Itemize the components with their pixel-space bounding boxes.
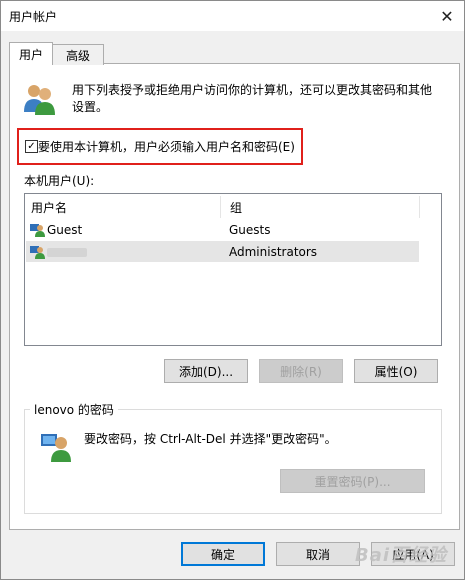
close-icon: ✕ <box>440 6 454 26</box>
close-button[interactable]: ✕ <box>430 1 464 31</box>
users-icon <box>22 82 56 116</box>
tab-users[interactable]: 用户 <box>9 42 53 65</box>
column-header-username[interactable]: 用户名 <box>26 196 221 218</box>
title-bar[interactable] <box>1 1 464 31</box>
intro-text: 用下列表授予或拒绝用户访问你的计算机，还可以更改其密码和其他设置。 <box>72 83 433 114</box>
require-login-checkbox[interactable]: ✓ <box>25 140 38 153</box>
user-row-admin[interactable]: Administrators <box>26 241 419 262</box>
password-group-title: lenovo 的密码 <box>30 401 118 418</box>
password-groupbox <box>24 409 442 514</box>
reset-password-button[interactable]: 重置密码(P)... <box>280 469 425 493</box>
remove-button[interactable]: 删除(R) <box>259 359 343 383</box>
user-name: Guest <box>47 223 83 237</box>
user-icon <box>30 222 45 237</box>
local-users-label: 本机用户(U): <box>24 174 95 188</box>
user-group: Guests <box>229 223 271 237</box>
user-name-redacted <box>47 245 87 259</box>
watermark: Bai百经验 <box>354 545 448 566</box>
user-group: Administrators <box>229 245 318 259</box>
column-header-group[interactable]: 组 <box>222 196 420 218</box>
password-instructions: 要改密码，按 Ctrl-Alt-Del 并选择"更改密码"。 <box>84 432 337 446</box>
ok-button[interactable]: 确定 <box>181 542 265 566</box>
check-icon: ✓ <box>27 140 36 152</box>
user-icon <box>30 244 45 259</box>
properties-button[interactable]: 属性(O) <box>354 359 438 383</box>
password-icon <box>40 430 72 462</box>
require-login-label[interactable]: 要使用本计算机，用户必须输入用户名和密码(E) <box>38 138 295 155</box>
tab-advanced[interactable]: 高级 <box>52 44 104 65</box>
add-button[interactable]: 添加(D)... <box>164 359 248 383</box>
window-title: 用户帐户 <box>9 10 58 24</box>
user-row-guest[interactable]: Guest Guests <box>26 219 419 240</box>
